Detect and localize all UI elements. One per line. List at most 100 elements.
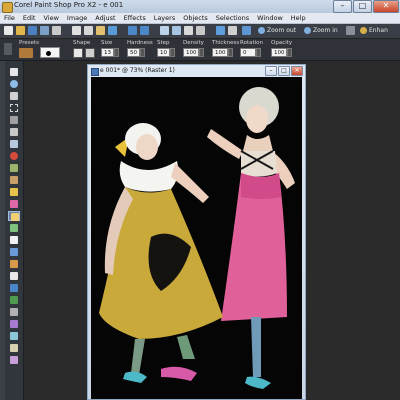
vintage-dancers-photo (91, 77, 302, 399)
density-spinner[interactable] (199, 48, 204, 57)
pick-tool[interactable] (8, 91, 20, 101)
round-shape-button[interactable] (73, 48, 83, 58)
separator-grip-icon (346, 26, 355, 35)
redo-icon[interactable] (140, 26, 149, 35)
opacity-spinner[interactable] (287, 48, 292, 57)
histogram-icon[interactable] (216, 26, 225, 35)
image-canvas[interactable] (91, 77, 302, 399)
menu-file[interactable]: File (0, 13, 19, 23)
menu-layers[interactable]: Layers (150, 13, 180, 23)
paste-as-new-icon[interactable] (108, 26, 117, 35)
hardness-spinner[interactable] (140, 48, 145, 57)
crop-tool-icon (10, 128, 18, 136)
document-title: e 001* @ 73% (Raster 1) (100, 67, 175, 74)
menu-effects[interactable]: Effects (120, 13, 150, 23)
rotation-field[interactable]: 0 (240, 48, 256, 57)
straighten-icon (10, 140, 18, 148)
save-icon[interactable] (28, 26, 37, 35)
opacity-field[interactable]: 100 (271, 48, 287, 57)
print-icon[interactable] (52, 26, 61, 35)
menu-image[interactable]: Image (63, 13, 91, 23)
info-icon[interactable] (242, 26, 251, 35)
clone-tool[interactable] (8, 163, 20, 173)
copy-icon[interactable] (84, 26, 93, 35)
menu-objects[interactable]: Objects (179, 13, 212, 23)
rotation-spinner[interactable] (256, 48, 261, 57)
menu-help[interactable]: Help (287, 13, 310, 23)
open-folder-icon[interactable] (16, 26, 25, 35)
eraser-tool[interactable] (8, 235, 20, 245)
close-button[interactable]: ✕ (373, 0, 399, 13)
lighten-darken-tool[interactable] (8, 199, 20, 209)
new-file-icon[interactable] (4, 26, 13, 35)
scratch-remover-tool[interactable] (8, 175, 20, 185)
thickness-spinner[interactable] (228, 48, 233, 57)
rectangle-icon (10, 296, 18, 304)
enhance-button[interactable]: Enhan (360, 26, 388, 36)
document-controls: – □ ✕ (265, 66, 303, 76)
crop-tool[interactable] (8, 127, 20, 137)
browse-icon[interactable] (228, 26, 237, 35)
resize-icon[interactable] (172, 26, 181, 35)
crop-icon[interactable] (160, 26, 169, 35)
density-label: Density (183, 40, 204, 46)
paint-brush-tool[interactable] (8, 211, 20, 221)
brush-preset-icon[interactable] (19, 48, 33, 58)
undo-icon[interactable] (128, 26, 137, 35)
preset-shape-tool[interactable] (8, 283, 20, 293)
red-eye-tool[interactable] (8, 151, 20, 161)
smudge-tool[interactable] (8, 343, 20, 353)
straighten-tool[interactable] (8, 139, 20, 149)
doc-close-button[interactable]: ✕ (291, 66, 303, 76)
picture-tube-tool[interactable] (8, 259, 20, 269)
cut-icon[interactable] (72, 26, 81, 35)
maximize-button[interactable]: □ (353, 0, 372, 13)
rectangle-tool[interactable] (8, 295, 20, 305)
paste-icon[interactable] (96, 26, 105, 35)
menu-edit[interactable]: Edit (19, 13, 40, 23)
menu-selections[interactable]: Selections (212, 13, 253, 23)
presets-dropdown[interactable] (40, 47, 60, 58)
minimize-button[interactable]: – (333, 0, 352, 13)
text-tool[interactable] (8, 271, 20, 281)
selection-tool[interactable] (8, 103, 20, 113)
airbrush-tool[interactable] (8, 223, 20, 233)
fill-tool[interactable] (8, 247, 20, 257)
zoom-in-label: Zoom in (313, 27, 338, 34)
doc-minimize-button[interactable]: – (265, 66, 277, 76)
square-shape-button[interactable] (85, 48, 95, 58)
mesh-warp-tool[interactable] (8, 331, 20, 341)
color-replacer-tool[interactable] (8, 355, 20, 365)
pen-tool[interactable] (8, 307, 20, 317)
menu-window[interactable]: Window (253, 13, 287, 23)
flip-icon[interactable] (196, 26, 205, 35)
step-spinner[interactable] (170, 48, 175, 57)
density-field[interactable]: 100 (183, 48, 199, 57)
doc-maximize-button[interactable]: □ (278, 66, 290, 76)
scan-icon[interactable] (40, 26, 49, 35)
picture-tube-icon (10, 260, 18, 268)
menu-view[interactable]: View (39, 13, 62, 23)
enhance-icon (360, 27, 367, 34)
menu-adjust[interactable]: Adjust (91, 13, 119, 23)
size-spinner[interactable] (114, 48, 119, 57)
warp-brush-tool[interactable] (8, 319, 20, 329)
hardness-field[interactable]: 50 (127, 48, 140, 57)
tool-options-bar: Presets Shape Size 13 Hardness 50 Step 1… (0, 39, 400, 61)
dropper-tool[interactable] (8, 115, 20, 125)
thickness-field[interactable]: 100 (212, 48, 228, 57)
step-label: Step (157, 40, 170, 46)
rotate-icon[interactable] (184, 26, 193, 35)
zoom-tool[interactable] (8, 79, 20, 89)
zoom-out-icon (258, 27, 265, 34)
airbrush-icon (10, 224, 18, 232)
app-title-bar: Corel Paint Shop Pro X2 - e 001 – □ ✕ (0, 0, 400, 13)
size-field[interactable]: 13 (101, 48, 114, 57)
pan-tool[interactable] (8, 67, 20, 77)
document-window[interactable]: e 001* @ 73% (Raster 1) – □ ✕ (87, 64, 306, 400)
dodge-tool[interactable] (8, 187, 20, 197)
zoom-in-button[interactable]: Zoom in (304, 26, 338, 36)
magnifier-icon (10, 80, 18, 88)
step-field[interactable]: 10 (157, 48, 170, 57)
zoom-out-button[interactable]: Zoom out (258, 26, 296, 36)
